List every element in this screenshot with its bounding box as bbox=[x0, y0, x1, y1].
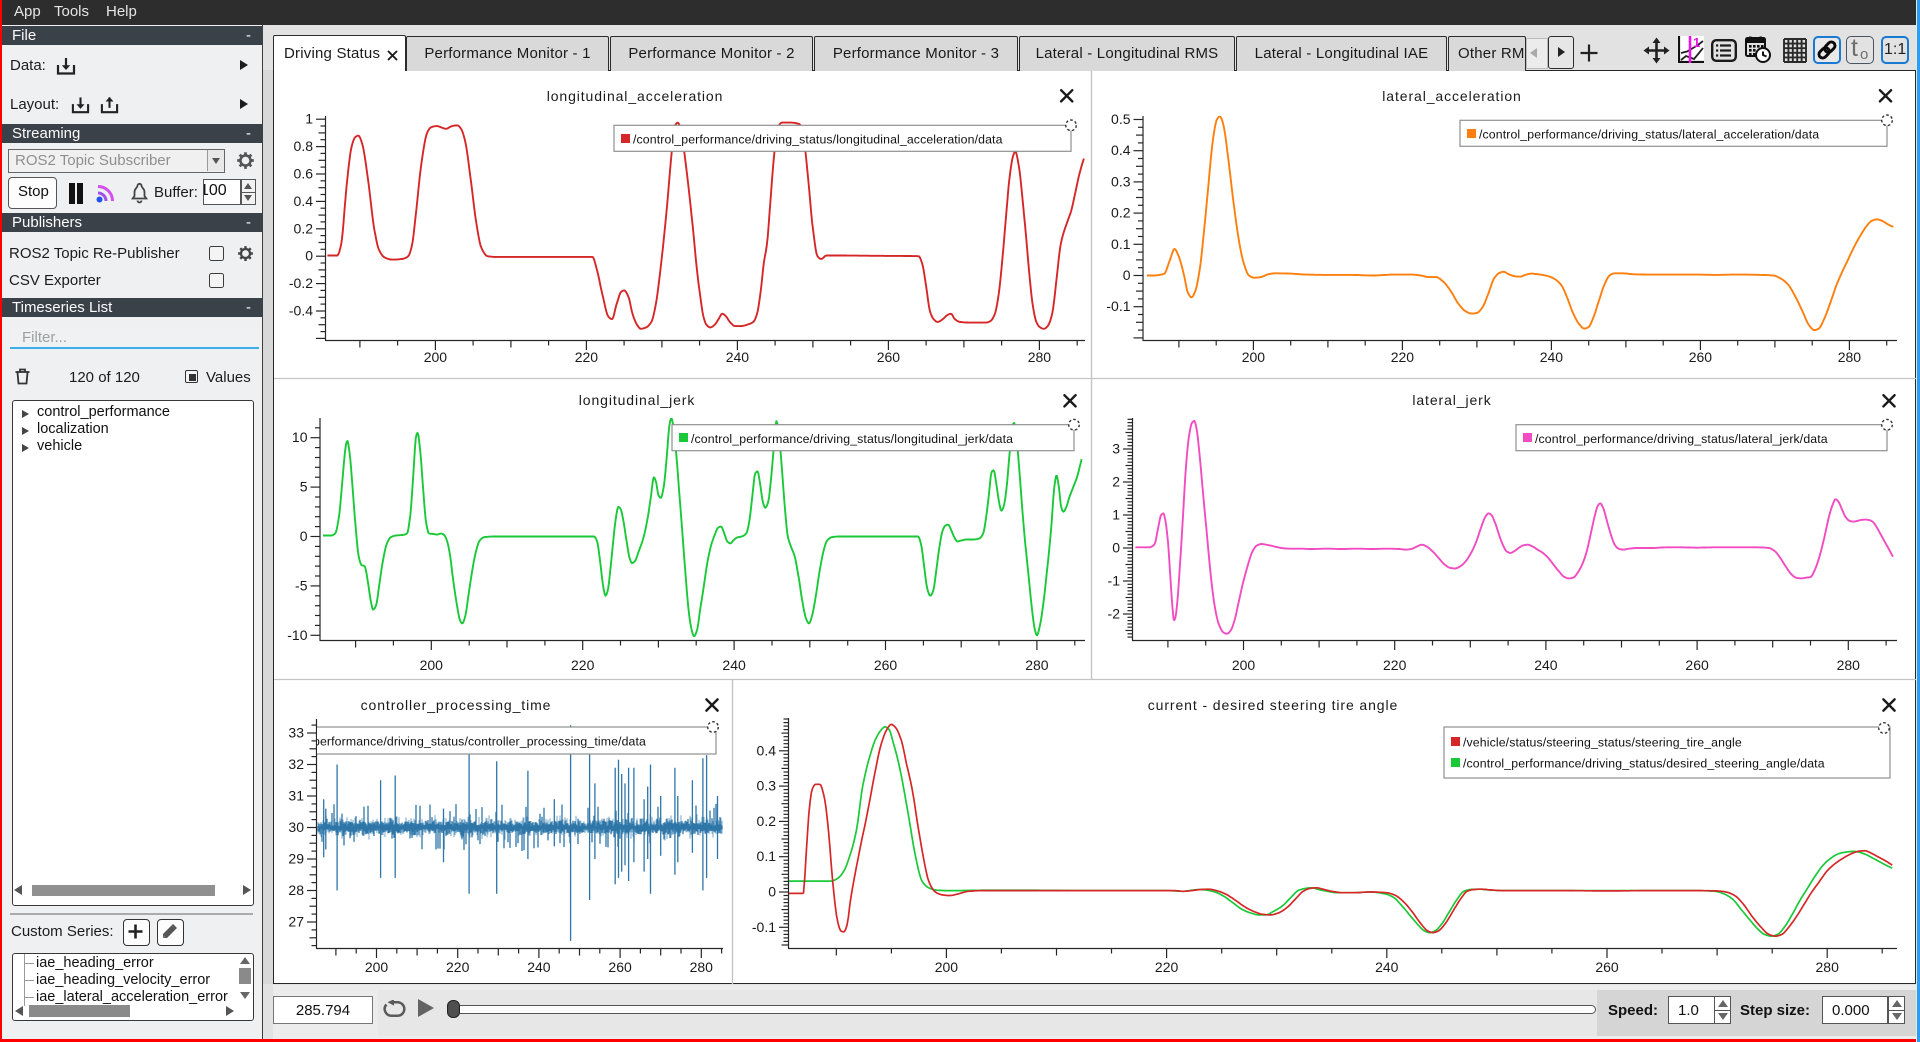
svg-text:lateral_jerk: lateral_jerk bbox=[1412, 392, 1491, 408]
svg-text:0: 0 bbox=[300, 528, 308, 544]
svg-text:0: 0 bbox=[1112, 540, 1120, 556]
svg-text:-10: -10 bbox=[287, 627, 307, 643]
svg-text:-0.1: -0.1 bbox=[752, 919, 776, 935]
svg-text:240: 240 bbox=[1540, 349, 1564, 365]
svg-text:0: 0 bbox=[305, 248, 313, 264]
svg-text:2: 2 bbox=[1112, 474, 1120, 490]
svg-text:/vehicle/status/steering_statu: /vehicle/status/steering_status/steering… bbox=[1463, 736, 1742, 750]
svg-text:240: 240 bbox=[527, 959, 551, 975]
svg-text:220: 220 bbox=[571, 657, 595, 673]
svg-text:200: 200 bbox=[424, 349, 448, 365]
svg-text:3: 3 bbox=[1112, 441, 1120, 457]
svg-text:220: 220 bbox=[575, 349, 599, 365]
svg-text:0.3: 0.3 bbox=[1111, 173, 1131, 189]
svg-text:220: 220 bbox=[1391, 349, 1415, 365]
svg-text:controller_processing_time: controller_processing_time bbox=[361, 697, 552, 713]
svg-text:30: 30 bbox=[288, 819, 304, 835]
svg-text:0.2: 0.2 bbox=[1111, 205, 1131, 221]
svg-text:-0.1: -0.1 bbox=[1106, 298, 1130, 314]
svg-text:longitudinal_acceleration: longitudinal_acceleration bbox=[547, 88, 724, 104]
svg-text:260: 260 bbox=[874, 657, 898, 673]
svg-text:200: 200 bbox=[935, 959, 959, 975]
svg-text:-2: -2 bbox=[1108, 606, 1121, 622]
svg-text:280: 280 bbox=[1837, 657, 1861, 673]
svg-text:260: 260 bbox=[1595, 959, 1619, 975]
svg-text:-5: -5 bbox=[295, 577, 308, 593]
svg-text:280: 280 bbox=[1816, 959, 1840, 975]
svg-text:32: 32 bbox=[288, 756, 304, 772]
svg-text:0.1: 0.1 bbox=[757, 848, 777, 864]
svg-text:220: 220 bbox=[446, 959, 470, 975]
svg-text:0.4: 0.4 bbox=[757, 742, 777, 758]
svg-text:performance/driving_status/con: performance/driving_status/controller_pr… bbox=[313, 735, 646, 749]
svg-text:280: 280 bbox=[1028, 349, 1052, 365]
svg-text:200: 200 bbox=[420, 657, 444, 673]
svg-text:/control_performance/driving_s: /control_performance/driving_status/desi… bbox=[1463, 757, 1825, 771]
svg-text:0.1: 0.1 bbox=[1111, 236, 1131, 252]
svg-text:lateral_acceleration: lateral_acceleration bbox=[1382, 88, 1521, 104]
svg-text:28: 28 bbox=[288, 882, 304, 898]
svg-text:240: 240 bbox=[726, 349, 750, 365]
svg-text:220: 220 bbox=[1383, 657, 1407, 673]
svg-text:1: 1 bbox=[1693, 36, 1700, 50]
svg-text:280: 280 bbox=[690, 959, 714, 975]
svg-text:1: 1 bbox=[1112, 507, 1120, 523]
svg-text:0.3: 0.3 bbox=[757, 778, 777, 794]
svg-text:260: 260 bbox=[1685, 657, 1709, 673]
svg-text:240: 240 bbox=[1534, 657, 1558, 673]
svg-text:-1: -1 bbox=[1108, 573, 1121, 589]
svg-text:0.6: 0.6 bbox=[294, 166, 314, 182]
svg-text:260: 260 bbox=[608, 959, 632, 975]
svg-text:220: 220 bbox=[1155, 959, 1179, 975]
svg-text:280: 280 bbox=[1838, 349, 1862, 365]
svg-text:longitudinal_jerk: longitudinal_jerk bbox=[579, 392, 696, 408]
svg-text:200: 200 bbox=[1232, 657, 1256, 673]
svg-text:29: 29 bbox=[288, 851, 304, 867]
svg-text:0.2: 0.2 bbox=[294, 220, 314, 236]
svg-text:0.4: 0.4 bbox=[294, 193, 314, 209]
svg-text:1: 1 bbox=[305, 111, 313, 127]
svg-text:-0.2: -0.2 bbox=[289, 275, 313, 291]
svg-text:0.8: 0.8 bbox=[294, 138, 314, 154]
svg-text:260: 260 bbox=[1689, 349, 1713, 365]
svg-text:280: 280 bbox=[1025, 657, 1049, 673]
svg-text:5: 5 bbox=[300, 479, 308, 495]
svg-text:240: 240 bbox=[722, 657, 746, 673]
svg-text:0.4: 0.4 bbox=[1111, 142, 1131, 158]
svg-text:/control_performance/driving_s: /control_performance/driving_status/late… bbox=[1535, 432, 1828, 446]
svg-text:31: 31 bbox=[288, 788, 304, 804]
svg-text:0.2: 0.2 bbox=[757, 813, 777, 829]
svg-text:10: 10 bbox=[292, 429, 308, 445]
svg-text:0: 0 bbox=[1123, 267, 1131, 283]
svg-text:200: 200 bbox=[1242, 349, 1266, 365]
svg-text:/control_performance/driving_s: /control_performance/driving_status/long… bbox=[633, 133, 1003, 147]
svg-text:33: 33 bbox=[288, 725, 304, 741]
svg-text:/control_performance/driving_s: /control_performance/driving_status/late… bbox=[1479, 128, 1819, 142]
svg-text:0.5: 0.5 bbox=[1111, 111, 1131, 127]
svg-text:240: 240 bbox=[1375, 959, 1399, 975]
svg-text:0: 0 bbox=[768, 884, 776, 900]
svg-text:/control_performance/driving_s: /control_performance/driving_status/long… bbox=[691, 432, 1013, 446]
svg-text:200: 200 bbox=[365, 959, 389, 975]
svg-text:-0.4: -0.4 bbox=[289, 303, 313, 319]
svg-text:27: 27 bbox=[288, 914, 304, 930]
svg-text:260: 260 bbox=[877, 349, 901, 365]
svg-text:current - desired steering tir: current - desired steering tire angle bbox=[1148, 697, 1398, 713]
